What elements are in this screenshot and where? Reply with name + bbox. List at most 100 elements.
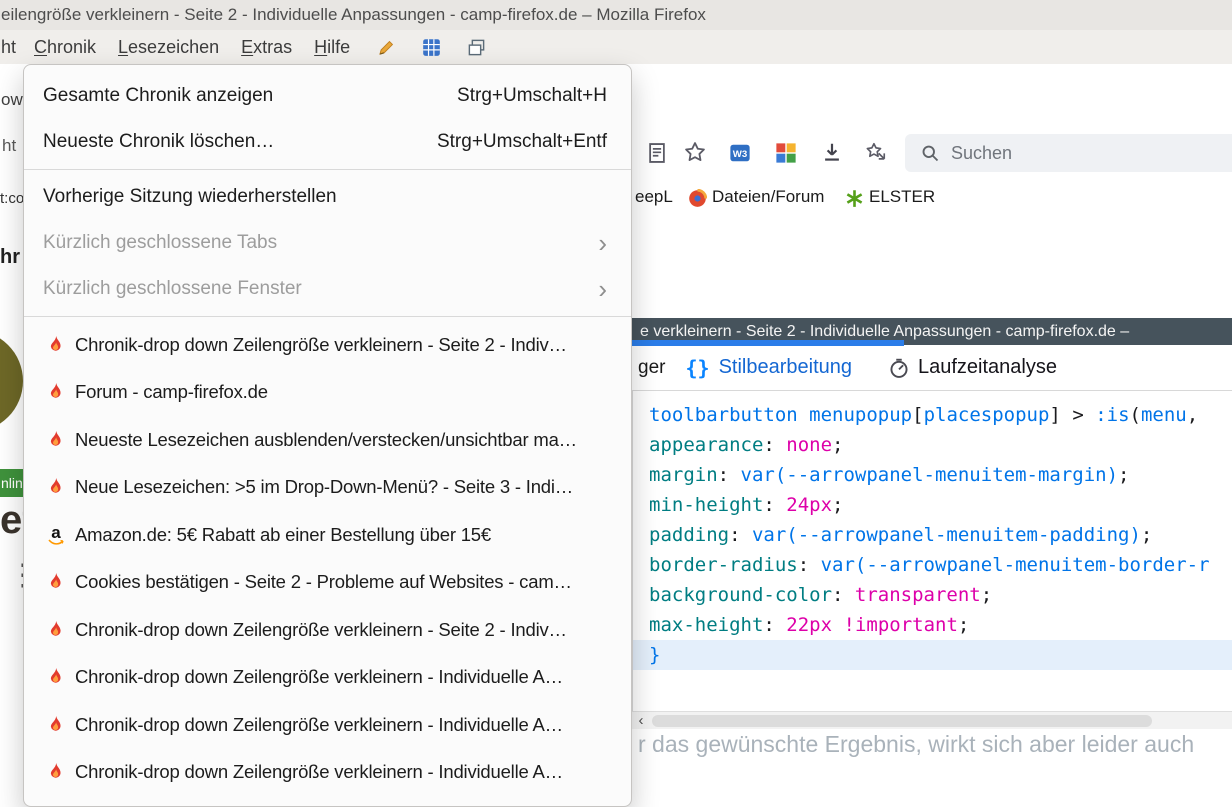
menu-item-label: Cookies bestätigen - Seite 2 - Probleme … [75,571,607,593]
menu-item-shortcut: Strg+Umschalt+Entf [437,131,607,153]
menu-item-label: Chronik-drop down Zeilengröße verkleiner… [75,334,607,356]
flame-icon [46,667,66,687]
menubar-item-lesezeichen[interactable]: Lesezeichen [107,37,230,58]
submenu-chevron-icon: › [598,230,607,256]
menubar: ht ChronikLesezeichenExtrasHilfe [0,30,1232,64]
history-menu-item[interactable]: a Amazon.de: 5€ Rabatt ab einer Bestellun… [24,511,631,559]
page-heading-fragment: hr [0,246,20,269]
amazon-icon: a [46,525,66,545]
code-line[interactable]: appearance: none; [633,430,1232,460]
history-menu-item[interactable]: Cookies bestätigen - Seite 2 - Probleme … [24,559,631,607]
menu-item-label: Chronik-drop down Zeilengröße verkleiner… [75,666,607,688]
avatar [0,330,23,432]
menu-item-label: Neueste Chronik löschen… [43,131,421,153]
flame-icon [46,477,66,497]
submenu-chevron-icon: › [598,276,607,302]
menu-item-label: Amazon.de: 5€ Rabatt ab einer Bestellung… [75,524,607,546]
page-behind-devtools: r das gewünschte Ergebnis, wirkt sich ab… [632,729,1232,807]
menu-separator [24,316,631,317]
mosaic-extension-icon[interactable] [775,142,799,166]
history-menu-item[interactable]: Neue Lesezeichen: >5 im Drop-Down-Menü? … [24,464,631,512]
flame-icon [46,382,66,402]
chronik-menu-item[interactable]: Vorherige Sitzung wiederherstellen [24,174,631,220]
menu-item-label: Chronik-drop down Zeilengröße verkleiner… [75,714,607,736]
code-line[interactable]: background-color: transparent; [633,580,1232,610]
menu-item-label: Gesamte Chronik anzeigen [43,85,441,107]
devtools-tabs: ger {} Stilbearbeitung Laufzeitanalyse [632,345,1232,391]
code-line[interactable]: padding: var(--arrowpanel-menuitem-paddi… [633,520,1232,550]
search-input[interactable] [905,134,1232,172]
code-line[interactable]: toolbarbutton menupopup[placespopup] > :… [633,400,1232,430]
flame-icon [46,715,66,735]
forum-bookmark-icon [688,189,707,208]
chronik-menu-list: Gesamte Chronik anzeigen Strg+Umschalt+H N… [24,73,631,796]
menu-item-label: Forum - camp-firefox.de [75,381,607,403]
history-menu-item[interactable]: Neueste Lesezeichen ausblenden/verstecke… [24,416,631,464]
chronik-menu-popup: Gesamte Chronik anzeigen Strg+Umschalt+H N… [23,64,632,807]
menu-item-label: Neueste Lesezeichen ausblenden/verstecke… [75,429,607,451]
performance-gauge-icon [888,357,910,379]
download-icon[interactable] [821,141,845,165]
style-editor-icon: {} [685,356,709,380]
code-editor[interactable]: toolbarbutton menupopup[placespopup] > :… [632,391,1232,711]
code-line[interactable]: } [633,640,1232,670]
bookmark-elster[interactable]: ELSTER [869,187,935,207]
flame-icon [46,430,66,450]
menu-item-label: Vorherige Sitzung wiederherstellen [43,186,607,208]
star-arrow-icon[interactable] [865,141,889,165]
scrollbar-thumb[interactable] [652,715,1152,727]
urlbar-fragment: ht [2,136,16,156]
history-menu-item[interactable]: Chronik-drop down Zeilengröße verkleiner… [24,606,631,654]
menubar-item-chronik[interactable]: Chronik [23,37,107,58]
chronik-menu-item[interactable]: Neueste Chronik löschen… Strg+Umschalt+En… [24,119,631,165]
menu-item-label: Chronik-drop down Zeilengröße verkleiner… [75,619,607,641]
horizontal-scrollbar[interactable]: ‹ [632,711,1232,729]
flame-icon [46,572,66,592]
flame-icon [46,762,66,782]
history-menu-item[interactable]: Chronik-drop down Zeilengröße verkleiner… [24,701,631,749]
menu-item-label: Kürzlich geschlossene Tabs [43,232,582,254]
menubar-item-hilfe[interactable]: Hilfe [303,37,361,58]
tab-debugger-fragment[interactable]: ger [638,357,665,379]
grid-icon[interactable] [422,38,441,57]
flame-icon [46,620,66,640]
menu-item-label: Neue Lesezeichen: >5 im Drop-Down-Menü? … [75,476,607,498]
code-line[interactable]: margin: var(--arrowpanel-menuitem-margin… [633,460,1232,490]
chronik-menu-item: Kürzlich geschlossene Fenster › [24,266,631,312]
menu-item-shortcut: Strg+Umschalt+H [457,85,607,107]
code-line[interactable]: border-radius: var(--arrowpanel-menuitem… [633,550,1232,580]
windows-icon[interactable] [467,38,486,57]
chronik-menu-item[interactable]: Gesamte Chronik anzeigen Strg+Umschalt+H [24,73,631,119]
elster-icon [845,189,864,208]
chronik-menu-item: Kürzlich geschlossene Tabs › [24,220,631,266]
menu-separator [24,169,631,170]
svg-text:W3: W3 [733,149,747,160]
active-tab-indicator [632,340,904,346]
flame-icon [46,335,66,355]
history-menu-item[interactable]: Chronik-drop down Zeilengröße verkleiner… [24,749,631,797]
history-menu-item[interactable]: Forum - camp-firefox.de [24,369,631,417]
menubar-item-extras[interactable]: Extras [230,37,303,58]
code-line[interactable]: min-height: 24px; [633,490,1232,520]
scroll-left-arrow-icon[interactable]: ‹ [632,712,650,730]
history-menu-item[interactable]: Chronik-drop down Zeilengröße verkleiner… [24,321,631,369]
devtools-title: e verkleinern - Seite 2 - Individuelle A… [640,323,1129,340]
window-title: eilengröße verkleinern - Seite 2 - Indiv… [1,5,706,24]
bookmark-deepl-fragment[interactable]: eepL [635,187,673,207]
w3-validator-icon[interactable]: W3 [729,142,753,166]
window-titlebar: eilengröße verkleinern - Seite 2 - Indiv… [0,0,1232,30]
bookmark-fragment: t:co [0,190,24,207]
menu-item-label: Chronik-drop down Zeilengröße verkleiner… [75,761,607,783]
menubar-item-ansicht-fragment[interactable]: ht [1,37,23,58]
bookmark-dateien-forum[interactable]: Dateien/Forum [712,187,824,207]
reader-mode-icon[interactable] [646,142,670,166]
code-line[interactable]: max-height: 22px !important; [633,610,1232,640]
menu-item-label: Kürzlich geschlossene Fenster [43,278,582,300]
page-text-fragment: r das gewünschte Ergebnis, wirkt sich ab… [638,731,1194,758]
tab-laufzeitanalyse[interactable]: Laufzeitanalyse [918,356,1057,379]
tab-stilbearbeitung[interactable]: Stilbearbeitung [719,356,852,379]
menubar-items: ChronikLesezeichenExtrasHilfe [23,37,361,58]
pen-icon[interactable] [377,38,396,57]
history-menu-item[interactable]: Chronik-drop down Zeilengröße verkleiner… [24,654,631,702]
bookmark-star-icon[interactable] [684,141,708,165]
